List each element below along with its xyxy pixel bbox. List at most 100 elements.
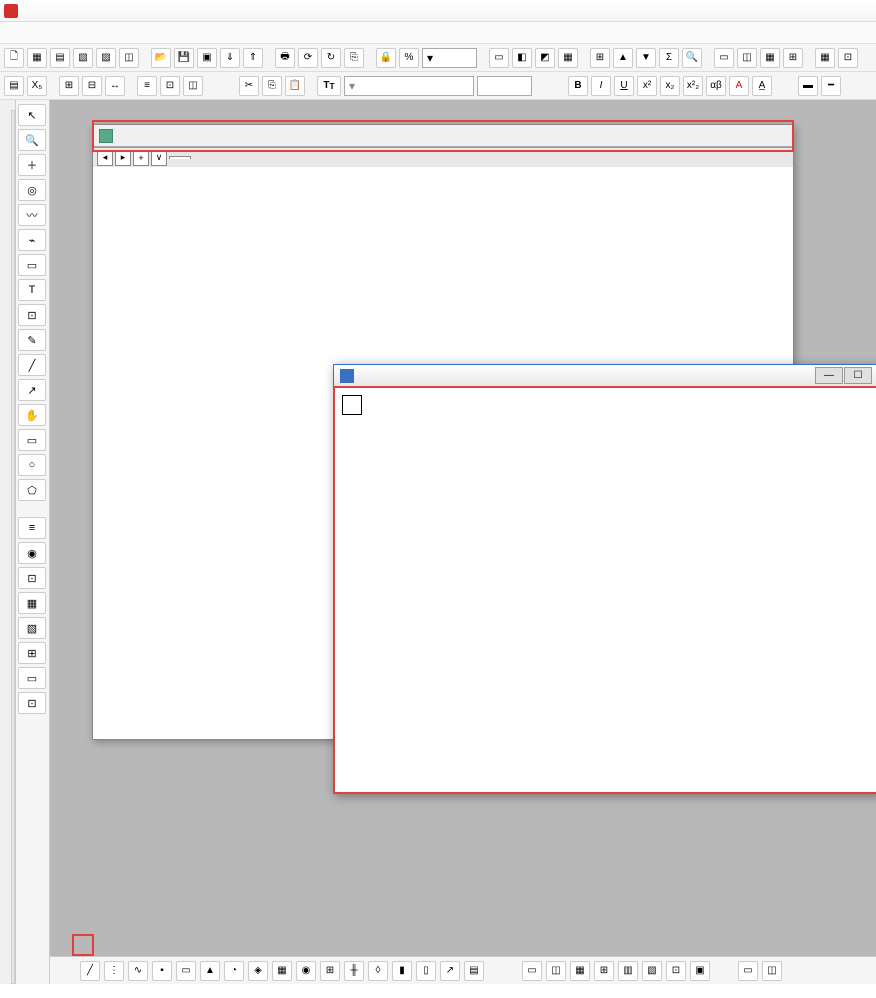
pie-plot-button[interactable]: ◔ [224, 961, 244, 981]
reader-tool[interactable]: ＋ [18, 154, 46, 176]
line-style-button[interactable]: ━ [821, 76, 841, 96]
poly-tool[interactable]: ⬠ [18, 479, 46, 501]
bar-plot-button[interactable]: ▭ [176, 961, 196, 981]
group-tool[interactable]: ▧ [18, 617, 46, 639]
3d-plot-button[interactable]: ◈ [248, 961, 268, 981]
export-button[interactable]: ⇑ [243, 48, 263, 68]
maximize-button[interactable]: ☐ [844, 367, 872, 384]
font-select[interactable]: ▾ [344, 76, 474, 96]
underline-button[interactable]: U [614, 76, 634, 96]
layout2-button[interactable]: ◫ [546, 961, 566, 981]
misc2-button[interactable]: ◫ [762, 961, 782, 981]
move-col-button[interactable]: ↔ [105, 76, 125, 96]
screen-reader-tool[interactable]: ◎ [18, 179, 46, 201]
superscript-button[interactable]: x² [637, 76, 657, 96]
layout1-button[interactable]: ▭ [522, 961, 542, 981]
window3-button[interactable]: ▦ [760, 48, 780, 68]
window1-button[interactable]: ▭ [714, 48, 734, 68]
stats-button[interactable]: Σ [659, 48, 679, 68]
slide-button[interactable]: ◧ [512, 48, 532, 68]
vec-button[interactable]: ↗ [440, 961, 460, 981]
new-matrix-button[interactable]: ▨ [96, 48, 116, 68]
video-button[interactable]: ▦ [558, 48, 578, 68]
circle-tool[interactable]: ○ [18, 454, 46, 476]
print-preview-button[interactable]: ▭ [489, 48, 509, 68]
add-plot-button[interactable]: ▲ [613, 48, 633, 68]
new-workbook-button[interactable]: ▦ [27, 48, 47, 68]
line-tool[interactable]: ╱ [18, 354, 46, 376]
contour-button[interactable]: ◉ [296, 961, 316, 981]
layout6-button[interactable]: ▧ [642, 961, 662, 981]
import-button[interactable]: ⇓ [220, 48, 240, 68]
arrow-tool[interactable]: ↗ [18, 379, 46, 401]
stat2-button[interactable]: ╫ [344, 961, 364, 981]
misc1-button[interactable]: ▭ [738, 961, 758, 981]
misc-tool[interactable]: ⊡ [18, 692, 46, 714]
add-row-button[interactable]: ≡ [137, 76, 157, 96]
area-plot-button[interactable]: ▲ [200, 961, 220, 981]
palette-tool[interactable]: ≡ [18, 517, 46, 539]
minimize-button[interactable]: — [815, 367, 843, 384]
duplicate-button[interactable]: ⎘ [344, 48, 364, 68]
spec-button[interactable]: ▤ [464, 961, 484, 981]
text-tool-button[interactable]: TT [317, 76, 341, 96]
insert-col-button[interactable]: ⊞ [59, 76, 79, 96]
extract-button[interactable]: ▣ [690, 961, 710, 981]
data-tool[interactable]: ⌁ [18, 229, 46, 251]
mask-tool[interactable]: ▭ [18, 254, 46, 276]
box-button[interactable]: ◊ [368, 961, 388, 981]
code-button[interactable]: % [399, 48, 419, 68]
export-graph-button[interactable]: ◩ [535, 48, 555, 68]
filter-tool[interactable]: ⊞ [18, 642, 46, 664]
template-button[interactable]: ▣ [197, 48, 217, 68]
surface-button[interactable]: ▦ [272, 961, 292, 981]
new-excel-button[interactable]: ▤ [50, 48, 70, 68]
subscript-button[interactable]: x₂ [660, 76, 680, 96]
font-color-button[interactable]: A [729, 76, 749, 96]
cell2-button[interactable]: ◫ [183, 76, 203, 96]
scatter-plot-button[interactable]: ⋮ [104, 961, 124, 981]
save-button[interactable]: 💾 [174, 48, 194, 68]
recalc-button[interactable]: 🔒 [376, 48, 396, 68]
color-tool[interactable]: ◉ [18, 542, 46, 564]
toggle2-button[interactable]: X₅ [27, 76, 47, 96]
new-layout-button[interactable]: ◫ [119, 48, 139, 68]
tab-menu-button[interactable]: ∨ [151, 150, 167, 166]
zoom-tool[interactable]: 🔍 [18, 129, 46, 151]
toggle1-button[interactable]: ▤ [4, 76, 24, 96]
extra-button[interactable]: ⊡ [838, 48, 858, 68]
tab-prev-button[interactable]: ▸ [115, 150, 131, 166]
delete-col-button[interactable]: ⊟ [82, 76, 102, 96]
copy-button[interactable]: ⎘ [262, 76, 282, 96]
refresh-button[interactable]: ↻ [321, 48, 341, 68]
layout4-button[interactable]: ⊞ [594, 961, 614, 981]
pan-tool[interactable]: ✋ [18, 404, 46, 426]
tab-add-button[interactable]: + [133, 150, 149, 166]
open-button[interactable]: 📂 [151, 48, 171, 68]
add-column-button[interactable]: ▼ [636, 48, 656, 68]
project-explorer-tab[interactable] [11, 110, 15, 984]
zoom-select[interactable]: ▾ [422, 48, 477, 68]
greek-button[interactable]: αβ [706, 76, 726, 96]
lock-tool[interactable]: ⊡ [18, 567, 46, 589]
print-button[interactable]: 🖶 [275, 48, 295, 68]
window4-button[interactable]: ⊞ [783, 48, 803, 68]
italic-button[interactable]: I [591, 76, 611, 96]
rescale-button[interactable]: ⊞ [590, 48, 610, 68]
sheet-tab[interactable] [169, 156, 191, 159]
supsub-button[interactable]: x²₂ [683, 76, 703, 96]
tab-first-button[interactable]: ◂ [97, 150, 113, 166]
draw-tool[interactable]: ✎ [18, 329, 46, 351]
window2-button[interactable]: ◫ [737, 48, 757, 68]
workbook-titlebar[interactable] [93, 125, 793, 147]
line-width-button[interactable]: ▬ [798, 76, 818, 96]
column-plot-button[interactable]: ▪ [152, 961, 172, 981]
graph-window[interactable]: — ☐ [333, 364, 876, 794]
batch-button[interactable]: ⟳ [298, 48, 318, 68]
new-project-button[interactable]: 🗋 [4, 48, 24, 68]
hist-button[interactable]: ▮ [392, 961, 412, 981]
paste-button[interactable]: 📋 [285, 76, 305, 96]
line-symbol-button[interactable]: ∿ [128, 961, 148, 981]
layer-indicator[interactable] [342, 395, 362, 415]
text-tool[interactable]: T [18, 279, 46, 301]
